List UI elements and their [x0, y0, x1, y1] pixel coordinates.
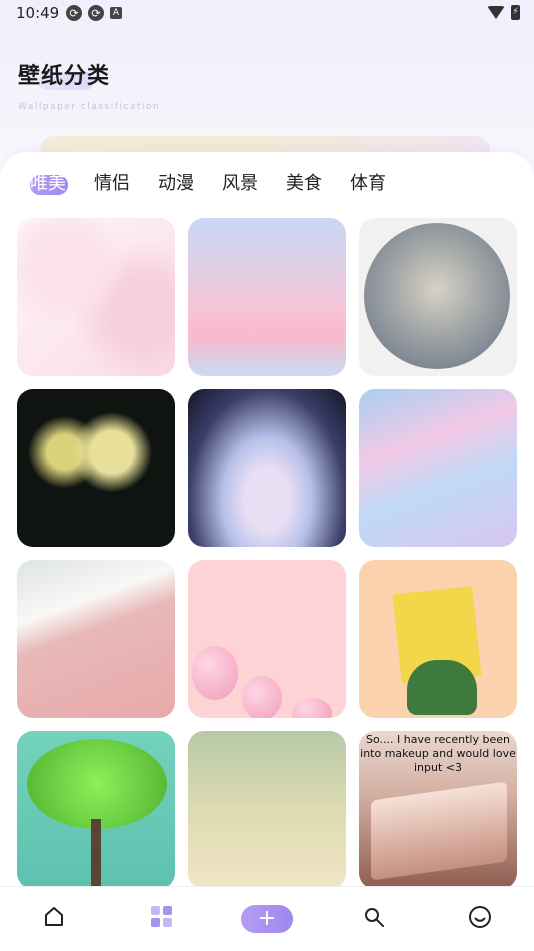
- wallpaper-tile[interactable]: [188, 389, 346, 547]
- add-icon: +: [257, 906, 277, 931]
- sync-icon: ⟳: [88, 5, 104, 21]
- tile-caption: So.... I have recently been into makeup …: [360, 733, 516, 774]
- moon-image: [364, 223, 510, 369]
- status-time: 10:49: [16, 4, 60, 22]
- wallpaper-tile[interactable]: [359, 560, 517, 718]
- profile-icon[interactable]: [466, 903, 494, 931]
- tab-label: 风景: [222, 173, 258, 194]
- tab-anime[interactable]: 动漫: [158, 170, 222, 198]
- tree-shape: [27, 739, 167, 829]
- page-title: 壁纸分类: [18, 64, 111, 89]
- wallpaper-tile[interactable]: [188, 218, 346, 376]
- page-subtitle: Wallpaper classification: [18, 102, 161, 112]
- balloon-shape: [192, 646, 238, 700]
- wallpaper-tile[interactable]: [359, 218, 517, 376]
- balloon-shape: [242, 676, 282, 718]
- wallpaper-tile[interactable]: So.... I have recently been into makeup …: [359, 731, 517, 889]
- add-button[interactable]: +: [241, 905, 293, 933]
- bottom-nav: +: [0, 886, 534, 951]
- tab-label: 动漫: [158, 173, 194, 194]
- wifi-icon: [487, 6, 505, 19]
- tab-label: 体育: [350, 173, 386, 194]
- man-shape: [407, 660, 477, 715]
- wallpaper-tile[interactable]: [188, 731, 346, 889]
- wallpaper-tile[interactable]: [17, 218, 175, 376]
- tab-couple[interactable]: 情侣: [94, 170, 158, 198]
- wallpaper-tile[interactable]: [17, 560, 175, 718]
- status-bar: 10:49 ⟳ ⟳ A ⚡: [0, 0, 534, 28]
- status-icons-left: ⟳ ⟳ A: [66, 5, 122, 21]
- home-icon[interactable]: [40, 903, 68, 931]
- tab-weimei[interactable]: 唯美: [30, 170, 94, 198]
- book-shape: [371, 781, 507, 881]
- wallpaper-tile[interactable]: [17, 389, 175, 547]
- tab-sports[interactable]: 体育: [350, 170, 414, 198]
- tab-label: 美食: [286, 173, 322, 194]
- wallpaper-tile[interactable]: [359, 389, 517, 547]
- tab-scenery[interactable]: 风景: [222, 170, 286, 198]
- category-tabs: 唯美 情侣 动漫 风景 美食 体育: [30, 170, 414, 198]
- wallpaper-tile[interactable]: [188, 560, 346, 718]
- notification-a-icon: A: [110, 7, 122, 19]
- discover-icon[interactable]: [360, 903, 388, 931]
- battery-icon: ⚡: [511, 5, 520, 20]
- tab-label: 情侣: [94, 173, 130, 194]
- sync-icon: ⟳: [66, 5, 82, 21]
- tab-label: 唯美: [30, 173, 66, 194]
- wallpaper-tile[interactable]: [17, 731, 175, 889]
- tab-food[interactable]: 美食: [286, 170, 350, 198]
- header: 壁纸分类 Wallpaper classification: [18, 58, 160, 112]
- status-icons-right: ⚡: [487, 5, 520, 20]
- balloon-shape: [292, 698, 332, 718]
- trunk-shape: [91, 819, 101, 889]
- category-icon[interactable]: [148, 903, 176, 931]
